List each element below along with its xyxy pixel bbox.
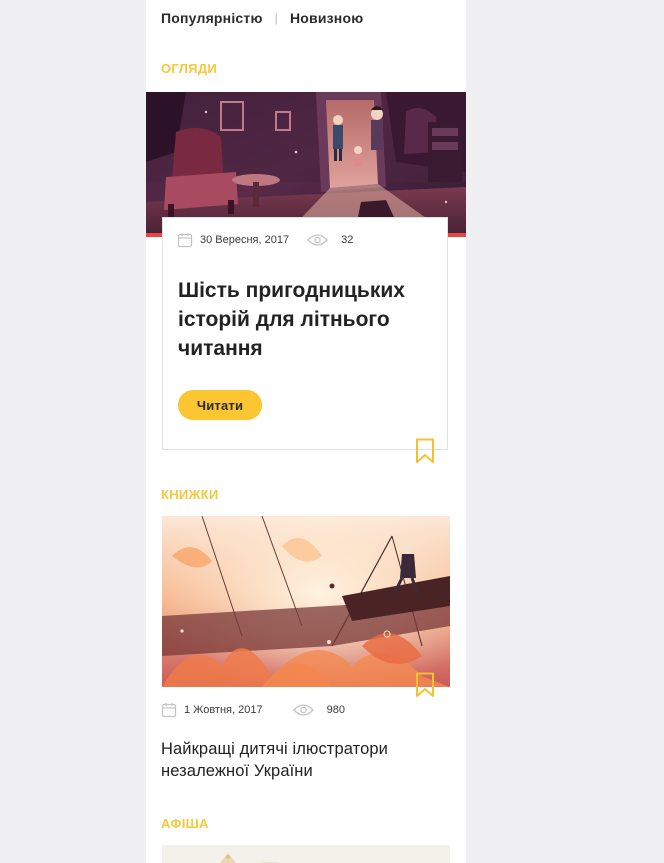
review-hero-image[interactable] <box>146 92 466 234</box>
afisha-article-image[interactable] <box>162 845 450 863</box>
review-meta: 30 Вересня, 2017 32 <box>177 232 353 248</box>
review-views-count: 32 <box>341 234 354 246</box>
eye-icon <box>307 234 329 246</box>
books-article-title[interactable]: Найкращі дитячі ілюстратори незалежної У… <box>161 738 451 782</box>
calendar-icon <box>177 233 193 248</box>
section-label-reviews[interactable]: ОГЛЯДИ <box>161 61 217 76</box>
sort-by-popularity-link[interactable]: Популярністю <box>161 10 263 26</box>
eye-icon <box>292 704 314 716</box>
section-label-afisha[interactable]: АФІША <box>161 816 209 831</box>
bookmark-icon[interactable] <box>415 672 435 698</box>
section-label-books[interactable]: КНИЖКИ <box>161 487 219 502</box>
review-article-title[interactable]: Шість пригодницьких історій для літнього… <box>178 276 440 363</box>
books-article-image[interactable] <box>162 516 450 687</box>
article-feed: Популярністю | Новизною ОГЛЯДИ 30 Вересн… <box>146 0 466 863</box>
review-article-card: 30 Вересня, 2017 32 Шість пригодницьких … <box>162 217 448 450</box>
read-button[interactable]: Читати <box>178 390 262 420</box>
books-views-count: 980 <box>326 704 345 716</box>
books-date: 1 Жовтня, 2017 <box>184 704 263 716</box>
sort-separator: | <box>274 11 278 25</box>
sort-by-newest-link[interactable]: Новизною <box>290 10 363 26</box>
review-date: 30 Вересня, 2017 <box>200 234 290 246</box>
books-meta: 1 Жовтня, 2017 980 <box>161 702 345 718</box>
calendar-icon <box>161 703 177 718</box>
bookmark-icon[interactable] <box>415 438 435 464</box>
sort-bar: Популярністю | Новизною <box>161 9 363 27</box>
